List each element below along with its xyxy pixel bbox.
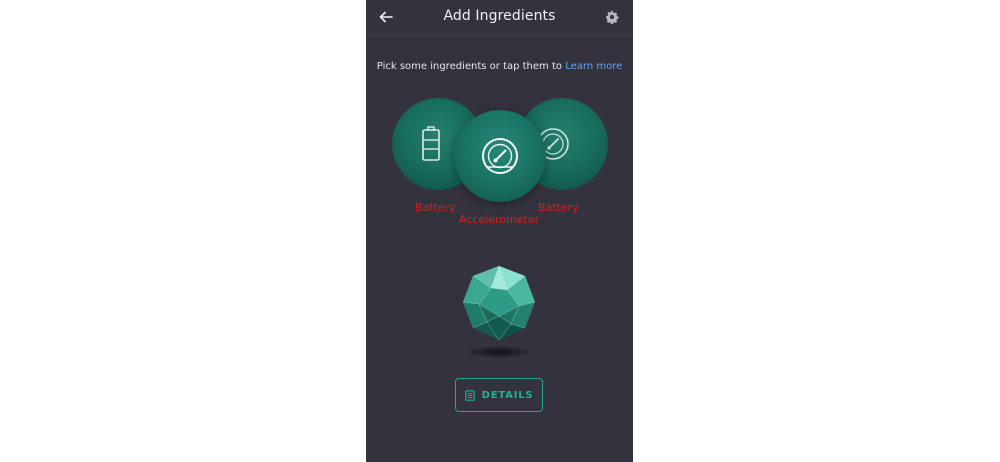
gem-shadow [469, 347, 529, 357]
ingredient-label-accelerometer: Accelerometer [459, 213, 540, 226]
top-bar: Add Ingredients [366, 0, 633, 36]
gauge-icon [482, 138, 518, 174]
ingredient-label-battery-2: Battery [538, 201, 579, 214]
instruction-text: Pick some ingredients or tap them to Lea… [366, 61, 633, 72]
ingredient-label-battery: Battery [415, 201, 456, 214]
document-icon [464, 389, 475, 401]
details-button-label: DETAILS [481, 389, 534, 401]
app-screen: Add Ingredients Pick some ingredients or… [366, 0, 633, 462]
gear-icon[interactable] [605, 10, 619, 24]
details-button[interactable]: DETAILS [455, 378, 543, 412]
page-title: Add Ingredients [443, 8, 556, 24]
hint-text: Pick some ingredients or tap them to [376, 61, 566, 72]
battery-icon [421, 126, 440, 161]
learn-more-link[interactable]: Learn more [565, 61, 622, 72]
ingredient-accelerometer-bubble[interactable] [454, 110, 546, 202]
arrow-left-icon[interactable] [378, 9, 394, 25]
geodesic-sphere-icon [462, 265, 536, 341]
